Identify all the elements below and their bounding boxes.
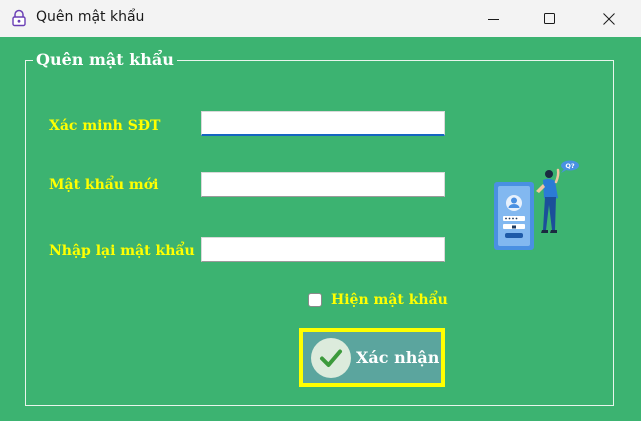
group-title: Quên mật khẩu xyxy=(33,50,177,70)
title-bar[interactable]: Quên mật khẩu xyxy=(0,0,641,37)
confirm-password-input[interactable] xyxy=(201,237,445,262)
app-lock-icon xyxy=(12,9,26,27)
close-button[interactable] xyxy=(586,0,632,37)
window-title: Quên mật khẩu xyxy=(36,9,145,25)
phone-login-illustration-icon: Q? xyxy=(494,160,579,250)
show-password-label: Hiện mật khẩu xyxy=(331,292,448,308)
check-icon xyxy=(311,337,351,378)
maximize-button[interactable] xyxy=(527,0,573,37)
show-password-checkbox[interactable] xyxy=(308,293,322,307)
show-password-toggle[interactable]: Hiện mật khẩu xyxy=(308,291,448,309)
minimize-icon xyxy=(488,18,499,20)
confirm-password-label: Nhập lại mật khẩu xyxy=(49,243,195,259)
minimize-button[interactable] xyxy=(471,0,517,37)
phone-label: Xác minh SĐT xyxy=(49,118,161,134)
phone-input[interactable] xyxy=(201,111,445,136)
illustration-bubble-text: Q? xyxy=(565,162,575,170)
maximize-icon xyxy=(544,12,555,24)
new-password-label: Mật khẩu mới xyxy=(49,177,159,193)
confirm-button[interactable]: Xác nhận xyxy=(299,328,445,387)
window-content: Quên mật khẩu Xác minh SĐT Mật khẩu mới … xyxy=(0,37,641,421)
confirm-button-label: Xác nhận xyxy=(356,348,440,367)
close-icon xyxy=(603,12,615,25)
new-password-input[interactable] xyxy=(201,172,445,197)
